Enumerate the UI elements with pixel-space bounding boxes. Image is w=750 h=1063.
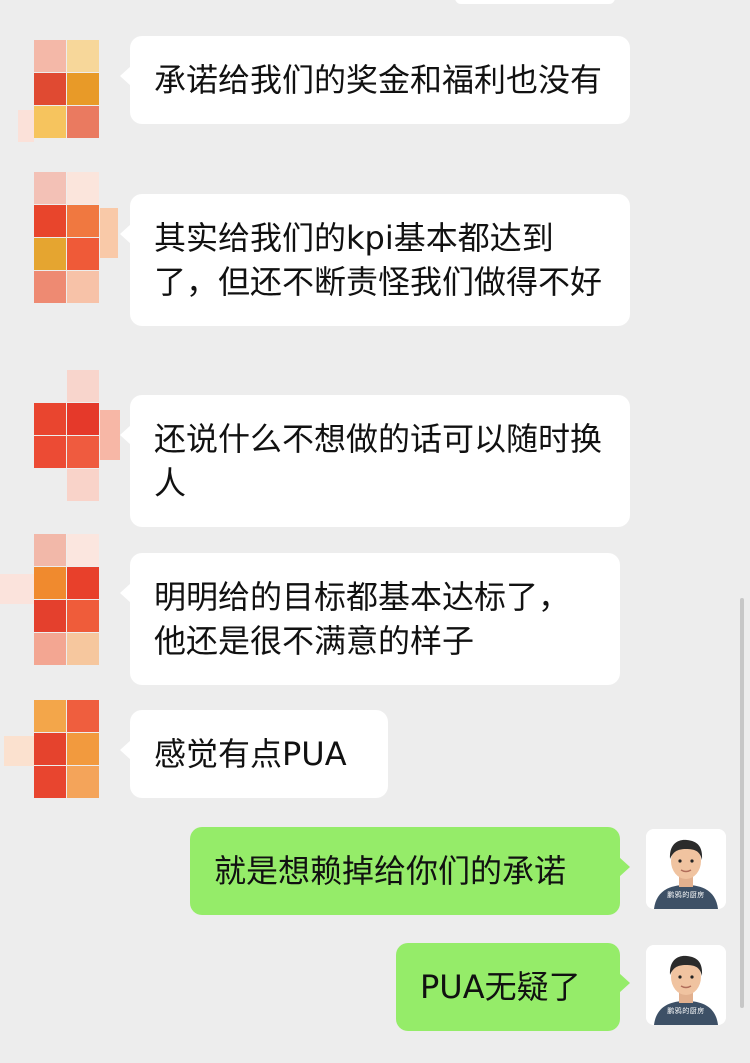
sent-message-bubble[interactable]: PUA无疑了 xyxy=(396,943,630,1031)
received-message-bubble[interactable]: 明明给的目标都基本达标了，他还是很不满意的样子 xyxy=(120,553,620,685)
message-text: 还说什么不想做的话可以随时换人 xyxy=(154,420,603,502)
contact-avatar-blurred[interactable] xyxy=(4,700,100,800)
message-text: 就是想赖掉给你们的承诺 xyxy=(214,852,567,890)
received-message-bubble[interactable]: 感觉有点PUA xyxy=(120,710,388,798)
message-text: 承诺给我们的奖金和福利也没有 xyxy=(154,61,603,99)
contact-avatar-blurred[interactable] xyxy=(34,370,120,502)
received-message-bubble[interactable]: 还说什么不想做的话可以随时换人 xyxy=(120,395,630,527)
self-avatar[interactable]: 鹏鸦的厨房 xyxy=(646,945,726,1025)
self-avatar[interactable]: 鹏鸦的厨房 xyxy=(646,829,726,909)
message-text: 其实给我们的kpi基本都达到了，但还不断责怪我们做得不好 xyxy=(154,219,603,301)
contact-avatar-blurred[interactable] xyxy=(18,40,100,142)
avatar-shirt-text: 鹏鸦的厨房 xyxy=(667,891,705,899)
sent-message-bubble[interactable]: 就是想赖掉给你们的承诺 xyxy=(190,827,630,915)
received-message-bubble[interactable]: 承诺给我们的奖金和福利也没有 xyxy=(120,36,630,124)
contact-avatar-blurred[interactable] xyxy=(0,534,100,666)
contact-avatar-blurred[interactable] xyxy=(34,172,118,304)
previous-message-fragment xyxy=(455,0,615,4)
avatar-shirt-text: 鹏鸦的厨房 xyxy=(667,1007,705,1015)
message-text: PUA无疑了 xyxy=(420,968,581,1006)
received-message-bubble[interactable]: 其实给我们的kpi基本都达到了，但还不断责怪我们做得不好 xyxy=(120,194,630,326)
scrollbar[interactable] xyxy=(740,598,744,1008)
message-text: 明明给的目标都基本达标了，他还是很不满意的样子 xyxy=(154,578,571,660)
message-text: 感觉有点PUA xyxy=(154,735,347,773)
